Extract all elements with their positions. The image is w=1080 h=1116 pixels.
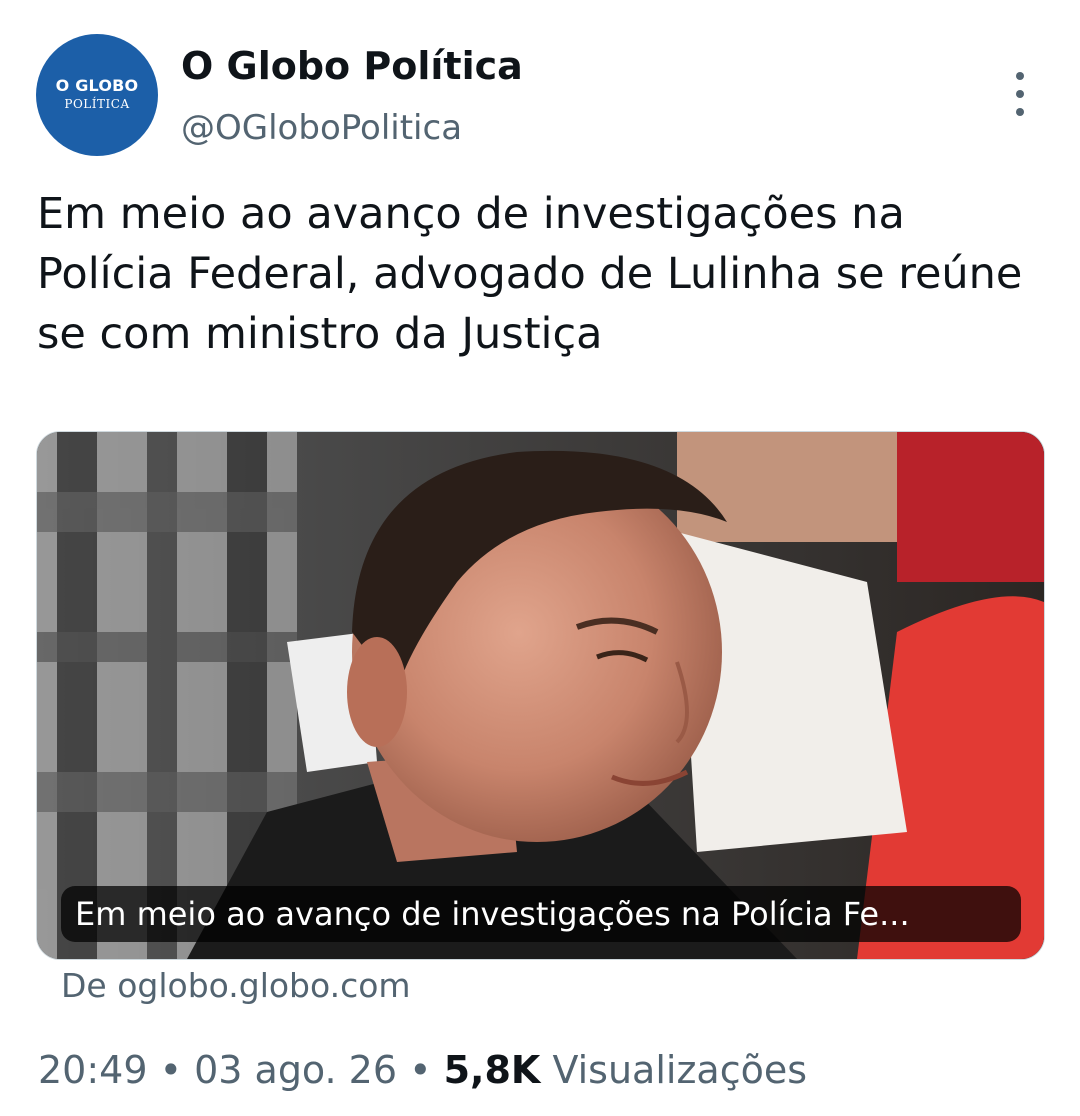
tweet-meta: 20:49 • 03 ago. 26 • 5,8K Visualizações [38,1048,807,1092]
views-label: Visualizações [540,1048,808,1092]
card-caption: Em meio ao avanço de investigações na Po… [61,886,1021,942]
more-vertical-icon[interactable] [1005,72,1035,116]
avatar-logo-line1: O GLOBO [55,75,139,95]
account-handle[interactable]: @OGloboPolitica [181,108,462,148]
tweet-text: Em meio ao avanço de investigações na Po… [37,189,1023,359]
card-photo [37,432,1044,959]
tweet-date[interactable]: 03 ago. 26 [194,1048,397,1092]
card-source-link[interactable]: De oglobo.globo.com [61,966,411,1005]
account-name[interactable]: O Globo Política [181,44,523,88]
account-avatar[interactable]: O GLOBO POLÍTICA [36,34,158,156]
meta-separator: • [397,1048,444,1092]
avatar-logo-line2: POLÍTICA [64,96,130,111]
link-card[interactable]: Em meio ao avanço de investigações na Po… [36,431,1045,960]
meta-separator: • [147,1048,195,1092]
views-count[interactable]: 5,8K [444,1048,541,1092]
tweet-time[interactable]: 20:49 [38,1048,148,1092]
